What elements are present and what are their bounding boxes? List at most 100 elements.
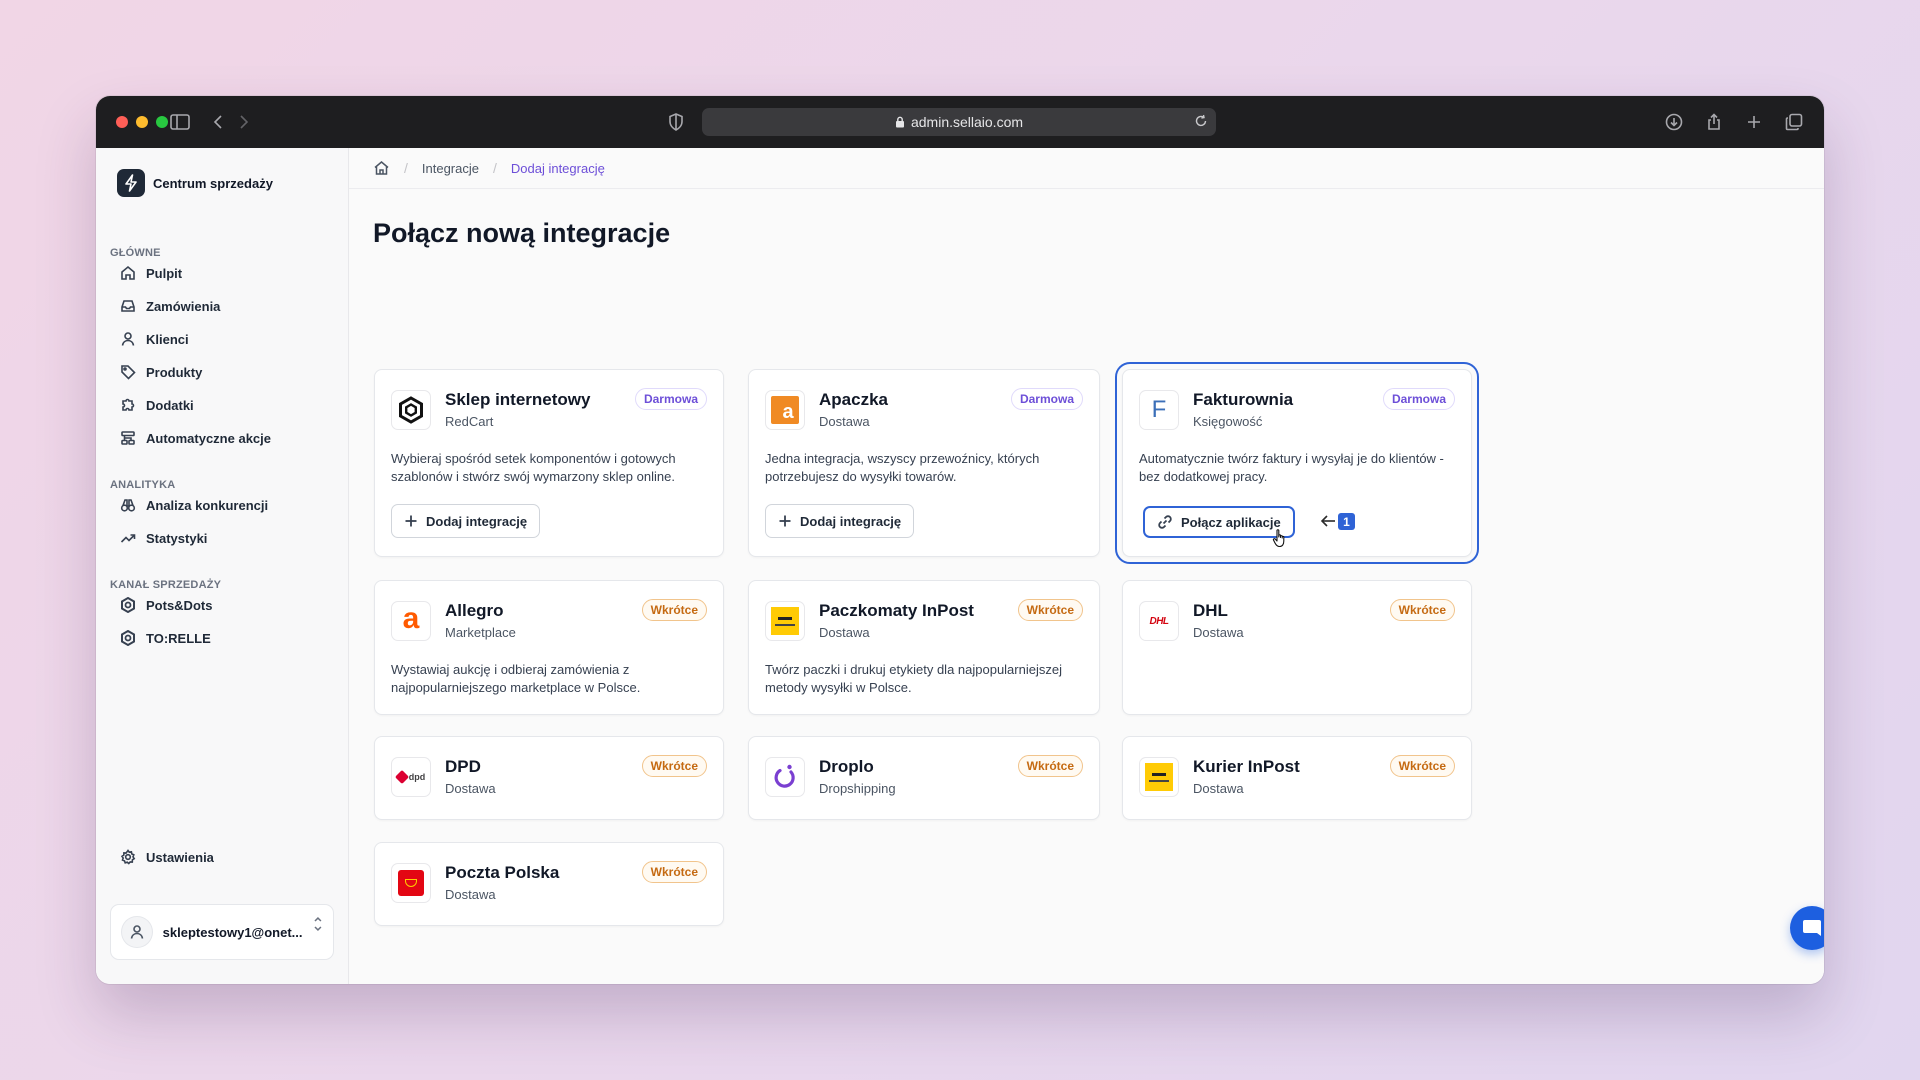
card-description: Twórz paczki i drukuj etykiety dla najpo… xyxy=(765,662,1062,695)
allegro-logo-text: a xyxy=(402,602,420,635)
puzzle-icon xyxy=(122,398,135,411)
address-bar[interactable]: admin.sellaio.com xyxy=(702,108,1216,136)
card-title: Poczta Polska xyxy=(445,863,560,882)
dpd-logo-text: dpd xyxy=(408,772,426,782)
card-title: Paczkomaty InPost xyxy=(819,601,974,620)
sidebar-item-statystyki[interactable]: Statystyki xyxy=(120,525,207,551)
shop-hexagon-icon xyxy=(121,597,135,613)
maximize-window-button[interactable] xyxy=(156,116,168,128)
plus-icon xyxy=(779,515,791,527)
status-badge: Wkrótce xyxy=(1017,599,1083,621)
integration-card-fakturownia: F Fakturownia Księgowość Darmowa Automat… xyxy=(1115,362,1479,564)
dpd-logo-icon: dpd xyxy=(391,757,431,797)
share-icon[interactable] xyxy=(1702,110,1726,134)
sidebar-item-klienci[interactable]: Klienci xyxy=(120,326,189,352)
card-title: Allegro xyxy=(445,601,504,620)
sidebar-item-pulpit[interactable]: Pulpit xyxy=(120,260,182,286)
home-icon[interactable] xyxy=(373,160,390,176)
integration-card-droplo: Droplo Dropshipping Wkrótce xyxy=(748,736,1100,820)
chat-launcher-button[interactable] xyxy=(1790,906,1824,950)
sidebar-item-analiza-konkurencji[interactable]: Analiza konkurencji xyxy=(120,492,268,518)
sidebar-item-ustawienia[interactable]: Ustawienia xyxy=(120,844,214,870)
breadcrumb: / Integracje / Dodaj integrację xyxy=(373,148,605,188)
sidebar-item-label: Pulpit xyxy=(146,265,183,281)
sidebar-item-label: TO:RELLE xyxy=(146,630,211,646)
sidebar-item-produkty[interactable]: Produkty xyxy=(120,359,202,385)
user-icon xyxy=(121,332,135,346)
integration-card-allegro: a Allegro Marketplace Wkrótce Wystawiaj … xyxy=(374,580,724,715)
close-window-button[interactable] xyxy=(116,116,128,128)
integration-card-kurier-inpost: Kurier InPost Dostawa Wkrótce xyxy=(1122,736,1472,820)
tab-overview-icon[interactable] xyxy=(1782,110,1806,134)
new-tab-icon[interactable] xyxy=(1742,110,1766,134)
forward-icon[interactable] xyxy=(232,110,256,134)
downloads-icon[interactable] xyxy=(1662,110,1686,134)
card-subtitle: Dostawa xyxy=(819,414,870,429)
button-label: Dodaj integrację xyxy=(800,513,902,529)
arrow-left-icon xyxy=(1320,515,1335,527)
status-badge: Darmowa xyxy=(634,388,707,410)
lock-icon xyxy=(895,116,905,128)
sidebar-item-automatyczne-akcje[interactable]: Automatyczne akcje xyxy=(120,425,271,451)
sidebar-item-label: Pots&Dots xyxy=(146,597,213,613)
nav-section-label-kanal-sprzedazy: KANAŁ SPRZEDAŻY xyxy=(110,579,222,591)
home-icon xyxy=(121,265,135,280)
breadcrumb-integracje[interactable]: Integracje xyxy=(422,161,479,176)
chevron-up-down-icon xyxy=(314,917,322,931)
card-title: Droplo xyxy=(819,757,874,776)
apaczka-logo-icon: a xyxy=(765,390,805,430)
fakturownia-logo-icon: F xyxy=(1139,390,1179,430)
nav-section-label-analityka: ANALITYKA xyxy=(110,479,176,491)
card-description: Wystawiaj aukcję i odbieraj zamówienia z… xyxy=(391,662,641,695)
main-content: / Integracje / Dodaj integrację Połącz n… xyxy=(349,148,1824,984)
browser-window: admin.sellaio.com Centrum sprzedaży GŁÓW… xyxy=(96,96,1824,984)
status-badge: Wkrótce xyxy=(1389,755,1455,777)
card-title: Apaczka xyxy=(819,390,888,409)
window-controls xyxy=(116,116,168,128)
allegro-logo-icon: a xyxy=(391,601,431,641)
add-integration-button[interactable]: Dodaj integrację xyxy=(391,504,541,538)
minimize-window-button[interactable] xyxy=(136,116,148,128)
card-description: Automatycznie twórz faktury i wysyłaj je… xyxy=(1139,451,1444,484)
brand-name: Centrum sprzedaży xyxy=(153,175,273,191)
back-icon[interactable] xyxy=(206,110,230,134)
cursor-hand-icon xyxy=(1272,529,1285,548)
user-account-switcher[interactable]: skleptestowy1@onet... xyxy=(110,904,334,960)
user-icon xyxy=(130,925,144,939)
privacy-shield-icon[interactable] xyxy=(664,110,688,134)
sidebar-item-label: Produkty xyxy=(146,364,203,380)
card-subtitle: Dostawa xyxy=(445,781,496,796)
reload-icon[interactable] xyxy=(1194,114,1208,128)
sidebar-item-torelle[interactable]: TO:RELLE xyxy=(120,625,211,651)
chat-bubble-icon xyxy=(1803,920,1821,936)
sidebar-item-label: Statystyki xyxy=(146,530,208,546)
brand[interactable]: Centrum sprzedaży xyxy=(117,169,273,197)
sidebar-item-zamowienia[interactable]: Zamówienia xyxy=(120,293,220,319)
sidebar-item-label: Zamówienia xyxy=(146,298,221,314)
button-label: Dodaj integrację xyxy=(426,513,528,529)
sidebar-item-label: Klienci xyxy=(146,331,189,347)
trending-up-icon xyxy=(120,534,136,543)
breadcrumb-divider xyxy=(349,188,1824,189)
sidebar-item-label: Ustawienia xyxy=(146,849,214,865)
plus-icon xyxy=(405,515,417,527)
nav-section-label-glowne: GŁÓWNE xyxy=(110,247,161,259)
status-badge: Wkrótce xyxy=(641,755,707,777)
gear-icon xyxy=(120,849,136,865)
apaczka-logo-text: a xyxy=(782,401,794,423)
card-subtitle: Dropshipping xyxy=(819,781,896,796)
sidebar-item-pots-dots[interactable]: Pots&Dots xyxy=(120,592,212,618)
sidebar-toggle-icon[interactable] xyxy=(168,110,192,134)
avatar xyxy=(121,916,153,948)
poczta-polska-logo-icon xyxy=(391,863,431,903)
integration-card-poczta-polska: Poczta Polska Dostawa Wkrótce xyxy=(374,842,724,926)
card-subtitle: RedCart xyxy=(445,414,494,429)
add-integration-button[interactable]: Dodaj integrację xyxy=(765,504,915,538)
card-subtitle: Dostawa xyxy=(819,625,870,640)
status-badge: Wkrótce xyxy=(641,861,707,883)
sidebar-item-label: Dodatki xyxy=(146,397,194,413)
status-badge: Darmowa xyxy=(1382,388,1455,410)
workflow-icon xyxy=(121,431,135,445)
inpost-courier-logo-icon xyxy=(1139,757,1179,797)
sidebar-item-dodatki[interactable]: Dodatki xyxy=(120,392,194,418)
